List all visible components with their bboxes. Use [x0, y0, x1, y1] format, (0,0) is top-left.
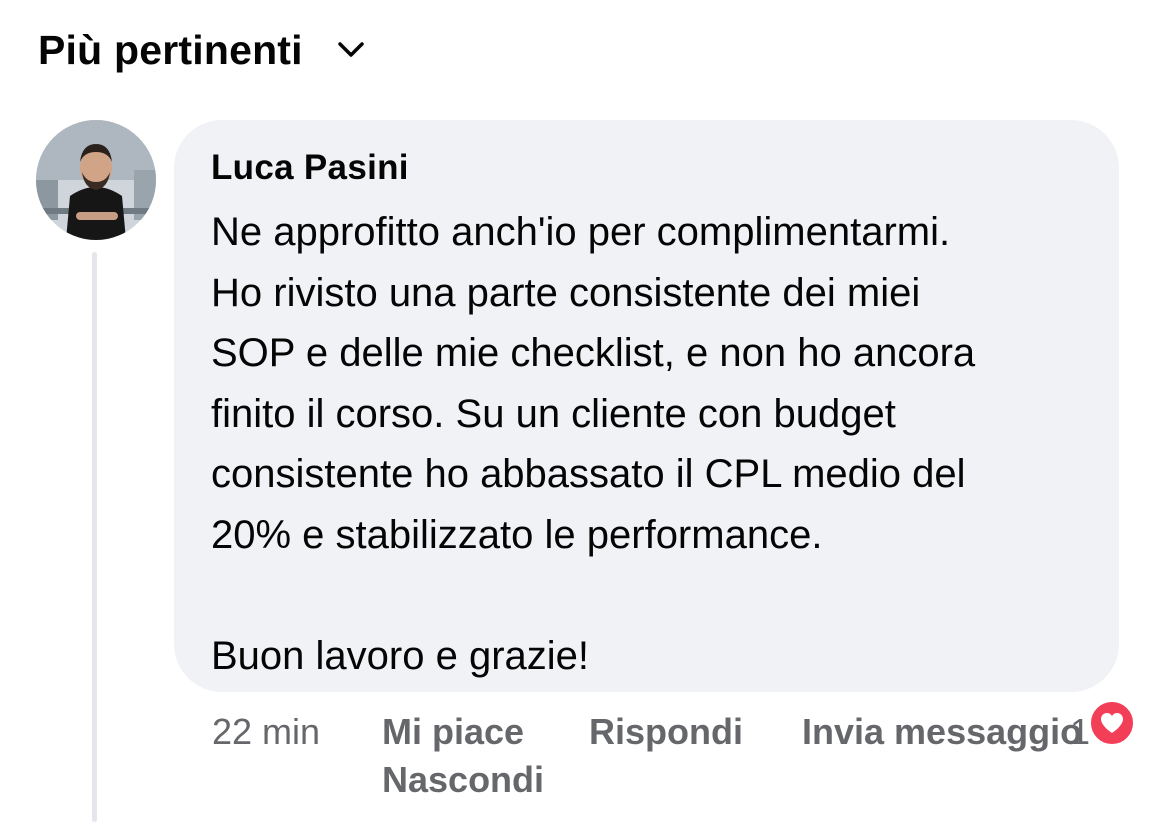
comment-bubble: Luca Pasini Ne approfitto anch'io per co… — [174, 120, 1119, 692]
avatar[interactable] — [36, 120, 156, 240]
comment-actions: 22 min Mi piace Rispondi Invia messaggio… — [212, 699, 1142, 812]
reaction-count: 1 — [1070, 711, 1091, 752]
hide-button[interactable]: Nascondi — [382, 759, 544, 801]
comment-author[interactable]: Luca Pasini — [211, 148, 409, 188]
heart-icon[interactable] — [1088, 699, 1136, 747]
comment-text: Ne approfitto anch'io per complimentarmi… — [211, 210, 976, 678]
thread-line — [92, 252, 97, 822]
sort-selector[interactable]: Più pertinenti — [38, 26, 365, 74]
reply-button[interactable]: Rispondi — [589, 711, 743, 753]
chevron-down-icon — [337, 40, 365, 60]
send-message-button[interactable]: Invia messaggio — [802, 711, 1100, 753]
comment-timestamp[interactable]: 22 min — [212, 711, 320, 753]
sort-label: Più pertinenti — [38, 26, 303, 73]
like-button[interactable]: Mi piace — [382, 711, 524, 753]
